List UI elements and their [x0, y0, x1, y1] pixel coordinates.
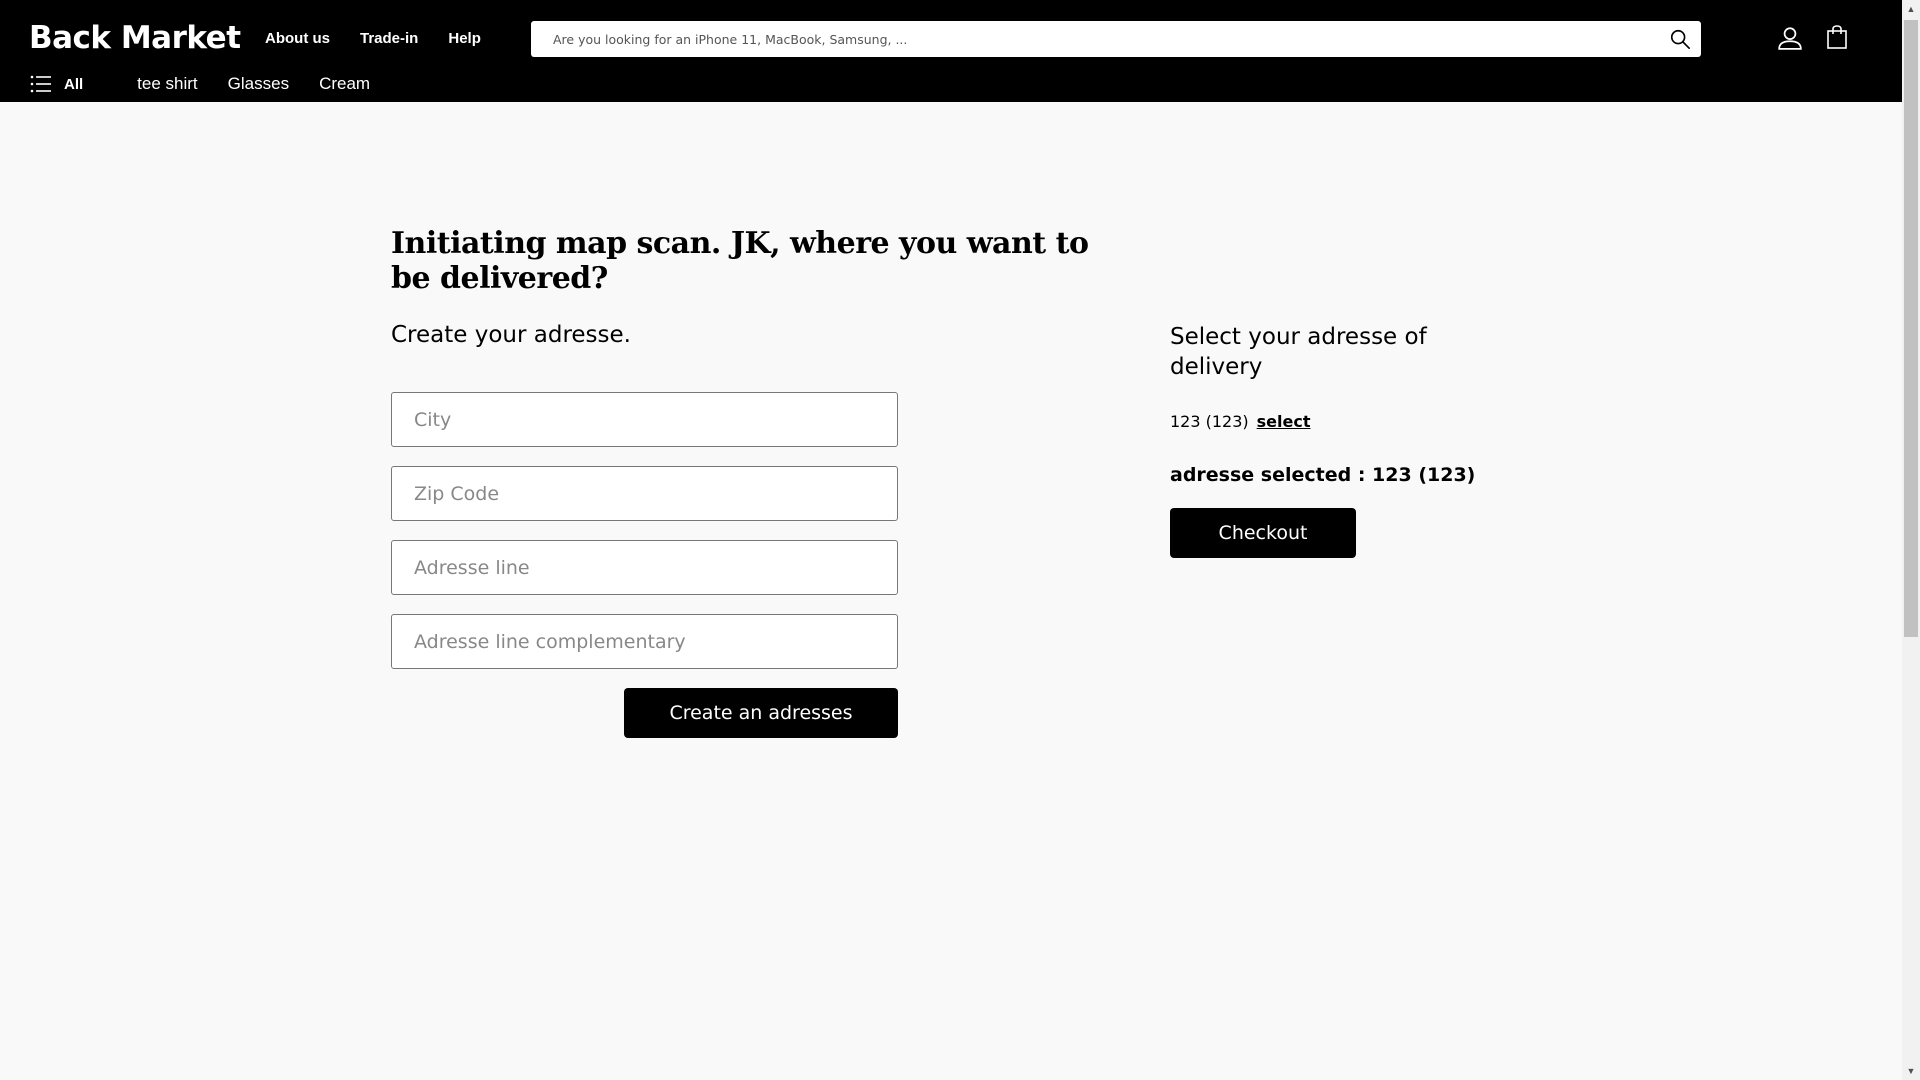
all-categories-button[interactable]: All: [30, 75, 83, 93]
all-label: All: [64, 75, 84, 93]
city-input[interactable]: [392, 393, 897, 446]
scrollbar-thumb[interactable]: [1904, 20, 1918, 637]
select-address-link[interactable]: select: [1257, 412, 1311, 431]
back-market-logo[interactable]: Back Market: [29, 20, 241, 56]
nav-about-us[interactable]: About us: [265, 30, 330, 47]
search-bar: [531, 21, 1701, 57]
search-icon[interactable]: [1669, 28, 1691, 50]
category-links: tee shirt Glasses Cream: [137, 74, 370, 94]
delivery-address-heading: Select your adresse of delivery: [1170, 324, 1427, 380]
search-input[interactable]: [531, 21, 1631, 57]
category-tee-shirt[interactable]: tee shirt: [137, 74, 197, 94]
zip-code-input[interactable]: [392, 467, 897, 520]
address-item-text: 123 (123): [1170, 412, 1249, 431]
top-header: Back Market About us Trade-in Help All t…: [0, 0, 1902, 102]
address-complement-input[interactable]: [392, 615, 897, 668]
page-scrollbar[interactable]: ▲ ▼: [1902, 0, 1920, 1080]
category-nav: All tee shirt Glasses Cream: [30, 74, 370, 94]
create-address-heading: Create your adresse.: [391, 322, 631, 348]
menu-icon: [30, 75, 51, 93]
category-glasses[interactable]: Glasses: [228, 74, 289, 94]
page-title: Initiating map scan. JK, where you want …: [391, 226, 1089, 296]
category-cream[interactable]: Cream: [319, 74, 370, 94]
address-line-input[interactable]: [392, 541, 897, 594]
nav-help[interactable]: Help: [448, 30, 481, 47]
scroll-up-icon[interactable]: ▲: [1906, 4, 1916, 14]
checkout-button[interactable]: Checkout: [1170, 508, 1356, 558]
top-nav: About us Trade-in Help: [265, 30, 481, 47]
address-complement-field: [391, 614, 898, 669]
zip-field: [391, 466, 898, 521]
selected-address-text: adresse selected : 123 (123): [1170, 464, 1476, 486]
nav-trade-in[interactable]: Trade-in: [360, 30, 418, 47]
city-field: [391, 392, 898, 447]
address-line-field: [391, 540, 898, 595]
user-icon[interactable]: [1777, 25, 1803, 51]
bag-icon[interactable]: [1825, 24, 1849, 50]
scroll-down-icon[interactable]: ▼: [1906, 1066, 1916, 1076]
create-address-button[interactable]: Create an adresses: [624, 688, 898, 738]
address-list-item: 123 (123) select: [1170, 412, 1311, 431]
